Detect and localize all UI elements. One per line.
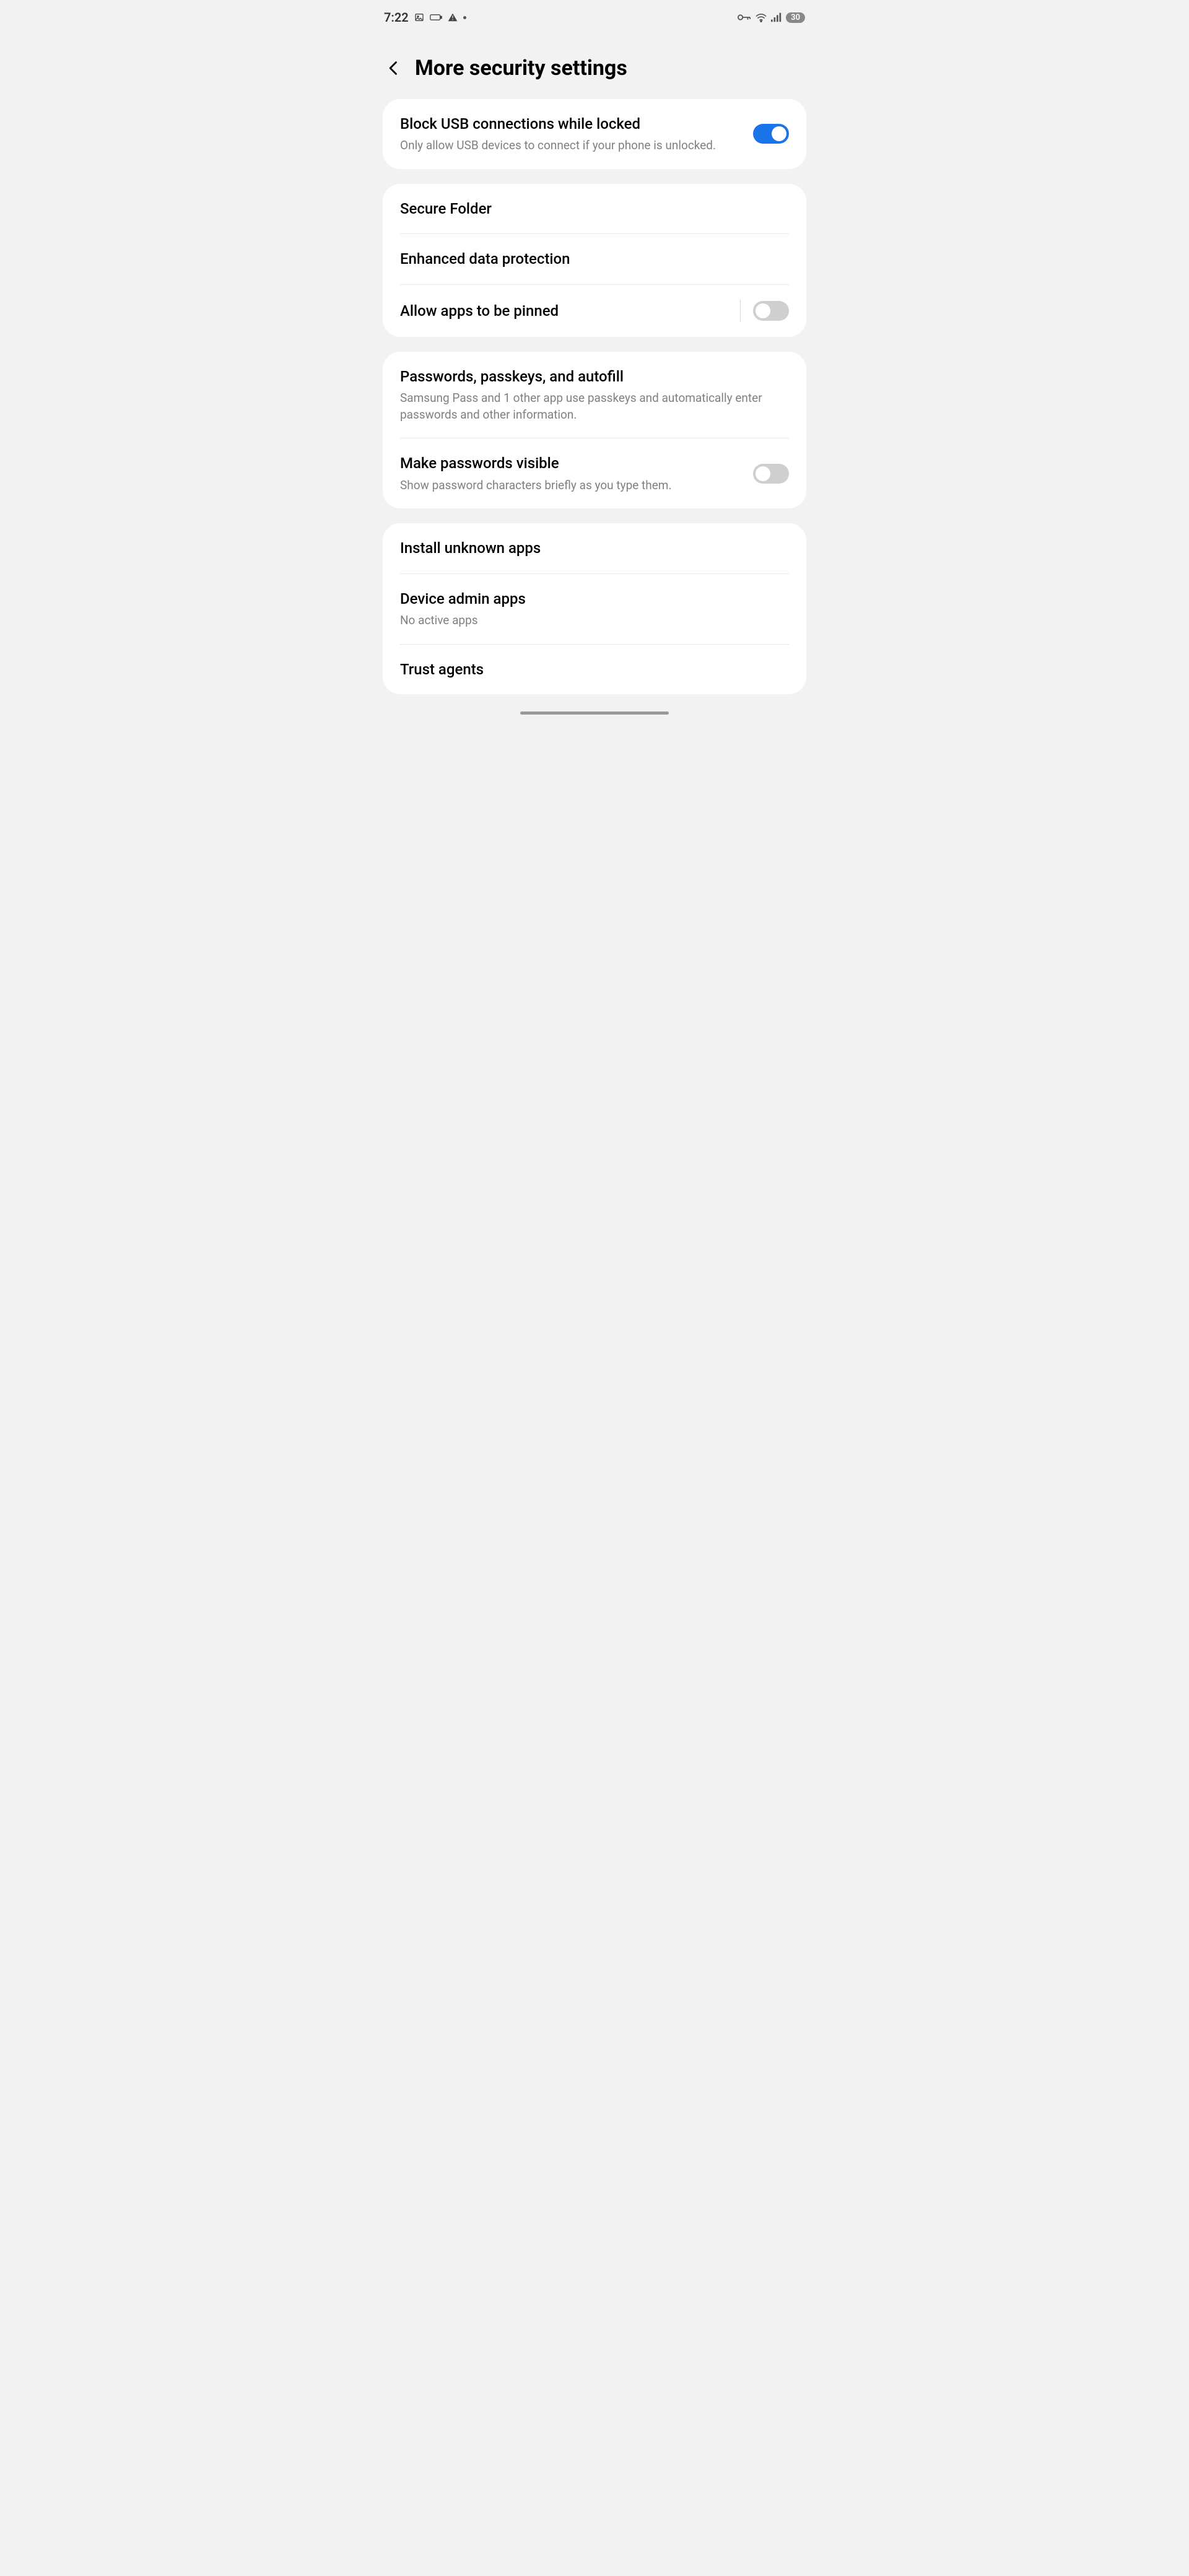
vertical-divider: [740, 300, 741, 322]
toggle-block-usb[interactable]: [753, 124, 789, 144]
row-trust-agents[interactable]: Trust agents: [383, 645, 806, 694]
key-icon: [738, 14, 751, 21]
row-make-visible[interactable]: Make passwords visible Show password cha…: [383, 438, 806, 508]
make-visible-title: Make passwords visible: [400, 453, 746, 473]
image-icon: [414, 12, 425, 22]
row-allow-pinned[interactable]: Allow apps to be pinned: [383, 285, 806, 337]
battery-small-icon: [430, 14, 442, 21]
battery-level: 30: [786, 12, 805, 23]
enhanced-data-title: Enhanced data protection: [400, 249, 789, 269]
trust-agents-title: Trust agents: [400, 659, 789, 679]
back-button[interactable]: [385, 59, 403, 77]
block-usb-title: Block USB connections while locked: [400, 114, 746, 134]
passwords-autofill-subtitle: Samsung Pass and 1 other app use passkey…: [400, 390, 789, 423]
nav-handle[interactable]: [520, 711, 669, 715]
status-right: 30: [738, 12, 805, 23]
row-enhanced-data[interactable]: Enhanced data protection: [383, 234, 806, 284]
card-apps: Install unknown apps Device admin apps N…: [383, 523, 806, 694]
allow-pinned-title: Allow apps to be pinned: [400, 301, 730, 321]
card-security-features: Secure Folder Enhanced data protection A…: [383, 184, 806, 337]
dot-icon: [463, 16, 466, 19]
row-install-unknown[interactable]: Install unknown apps: [383, 523, 806, 573]
page-header: More security settings: [372, 31, 817, 99]
passwords-autofill-title: Passwords, passkeys, and autofill: [400, 367, 789, 386]
row-device-admin[interactable]: Device admin apps No active apps: [383, 574, 806, 644]
row-passwords-autofill[interactable]: Passwords, passkeys, and autofill Samsun…: [383, 352, 806, 438]
page-title: More security settings: [415, 56, 627, 80]
device-admin-subtitle: No active apps: [400, 612, 789, 629]
signal-icon: [771, 12, 782, 22]
make-visible-subtitle: Show password characters briefly as you …: [400, 477, 746, 494]
row-block-usb[interactable]: Block USB connections while locked Only …: [383, 99, 806, 169]
toggle-allow-pinned[interactable]: [753, 301, 789, 321]
row-secure-folder[interactable]: Secure Folder: [383, 184, 806, 233]
status-time: 7:22: [384, 10, 409, 25]
wifi-icon: [755, 12, 767, 22]
install-unknown-title: Install unknown apps: [400, 538, 789, 558]
block-usb-subtitle: Only allow USB devices to connect if you…: [400, 137, 746, 154]
device-admin-title: Device admin apps: [400, 589, 789, 609]
card-usb: Block USB connections while locked Only …: [383, 99, 806, 169]
toggle-make-visible[interactable]: [753, 464, 789, 484]
secure-folder-title: Secure Folder: [400, 199, 789, 219]
status-left: 7:22: [384, 10, 466, 25]
card-passwords: Passwords, passkeys, and autofill Samsun…: [383, 352, 806, 509]
warning-icon: [447, 12, 458, 23]
status-bar: 7:22 30: [372, 0, 817, 31]
